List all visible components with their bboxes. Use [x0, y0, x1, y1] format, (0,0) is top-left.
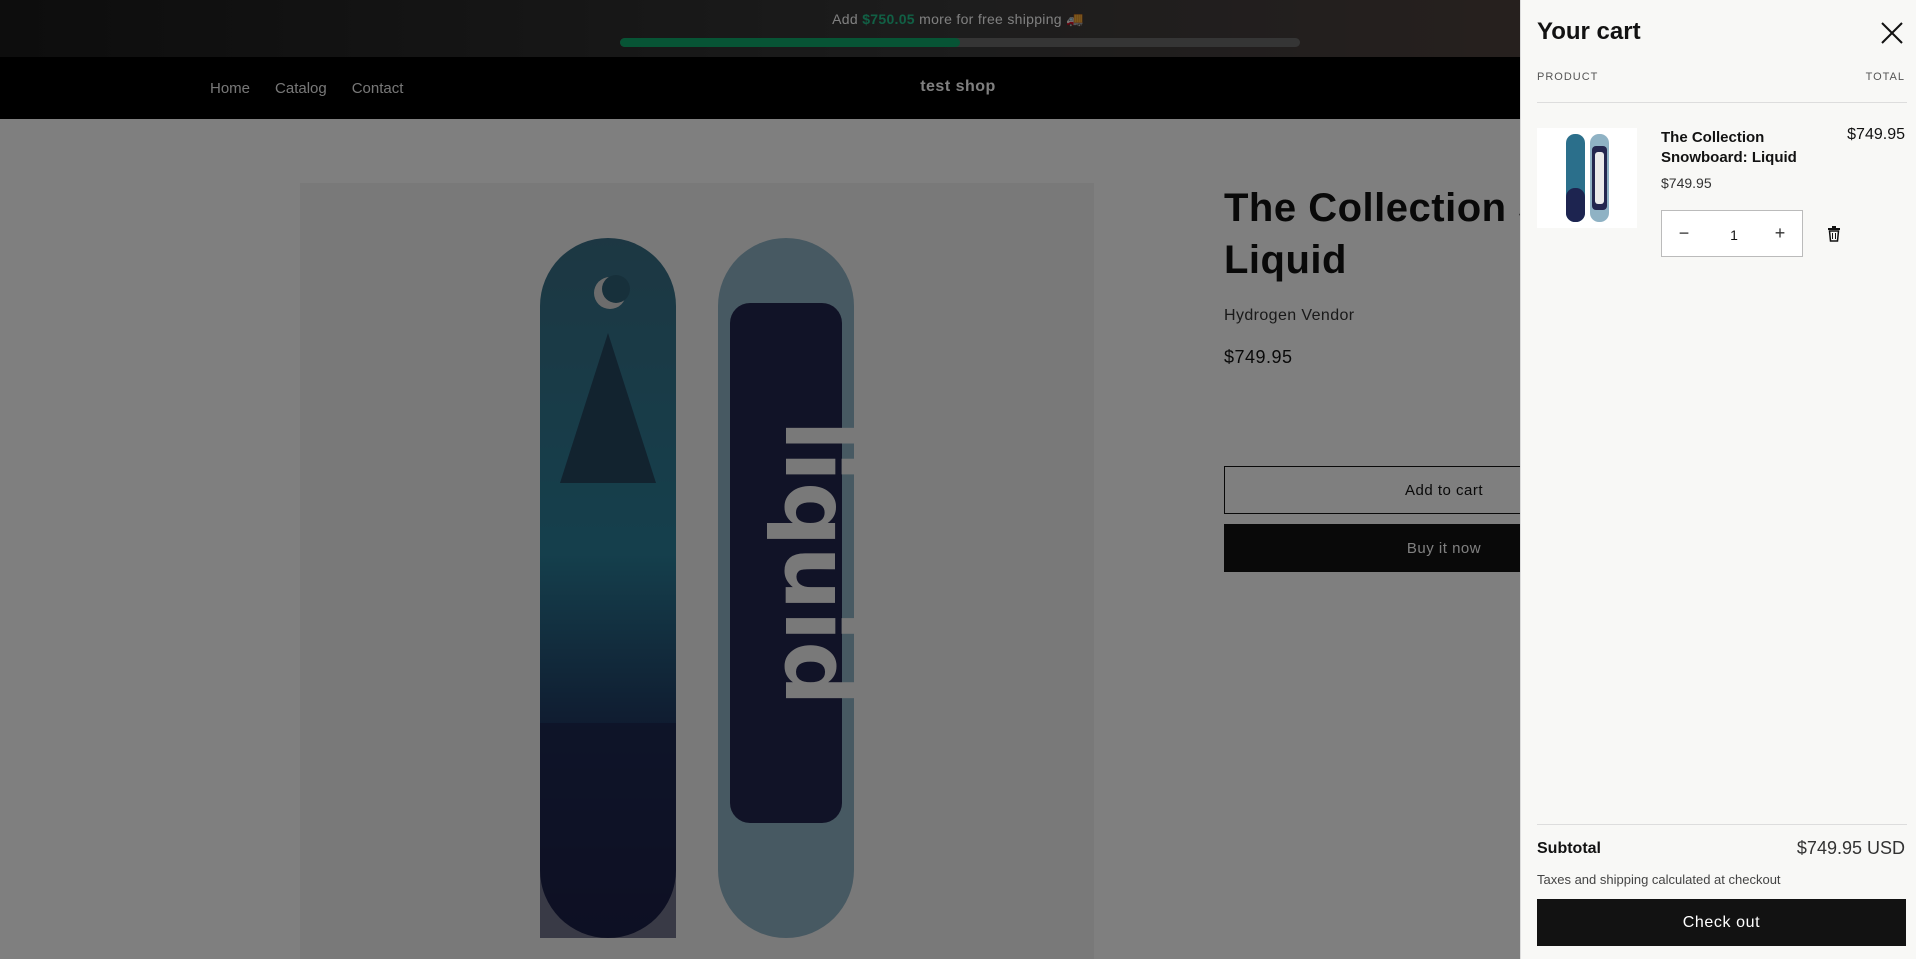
cart-overlay[interactable] — [0, 0, 1520, 959]
quantity-stepper: − + — [1661, 210, 1803, 258]
plus-icon: + — [1774, 223, 1786, 243]
cart-item-image[interactable] — [1537, 128, 1637, 228]
cart-item-line-total: $749.95 — [1847, 126, 1905, 143]
column-header-total: TOTAL — [1865, 71, 1905, 83]
cart-drawer: Your cart PRODUCT TOTAL The Collection S… — [1520, 0, 1916, 959]
minus-icon: − — [1678, 223, 1690, 243]
snowboard-thumbnail-icon — [1566, 134, 1609, 222]
tax-note: Taxes and shipping calculated at checkou… — [1537, 872, 1781, 887]
footer-divider — [1537, 824, 1907, 825]
trash-icon[interactable] — [1827, 226, 1841, 242]
checkout-button[interactable]: Check out — [1537, 899, 1906, 946]
subtotal-label: Subtotal — [1537, 840, 1601, 857]
subtotal-value: $749.95 USD — [1796, 838, 1905, 858]
quantity-input[interactable] — [1706, 211, 1762, 258]
cart-item-unit-price: $749.95 — [1661, 175, 1712, 191]
close-icon[interactable] — [1879, 20, 1905, 46]
increase-quantity-button[interactable]: + — [1758, 211, 1802, 256]
column-header-product: PRODUCT — [1537, 71, 1599, 83]
page: Add $750.05 more for free shipping 🚚 Hom… — [0, 0, 1916, 959]
cart-item-title[interactable]: The Collection Snowboard: Liquid — [1661, 128, 1831, 168]
cart-title: Your cart — [1537, 18, 1641, 45]
header-divider — [1537, 102, 1907, 103]
decrease-quantity-button[interactable]: − — [1662, 211, 1706, 256]
